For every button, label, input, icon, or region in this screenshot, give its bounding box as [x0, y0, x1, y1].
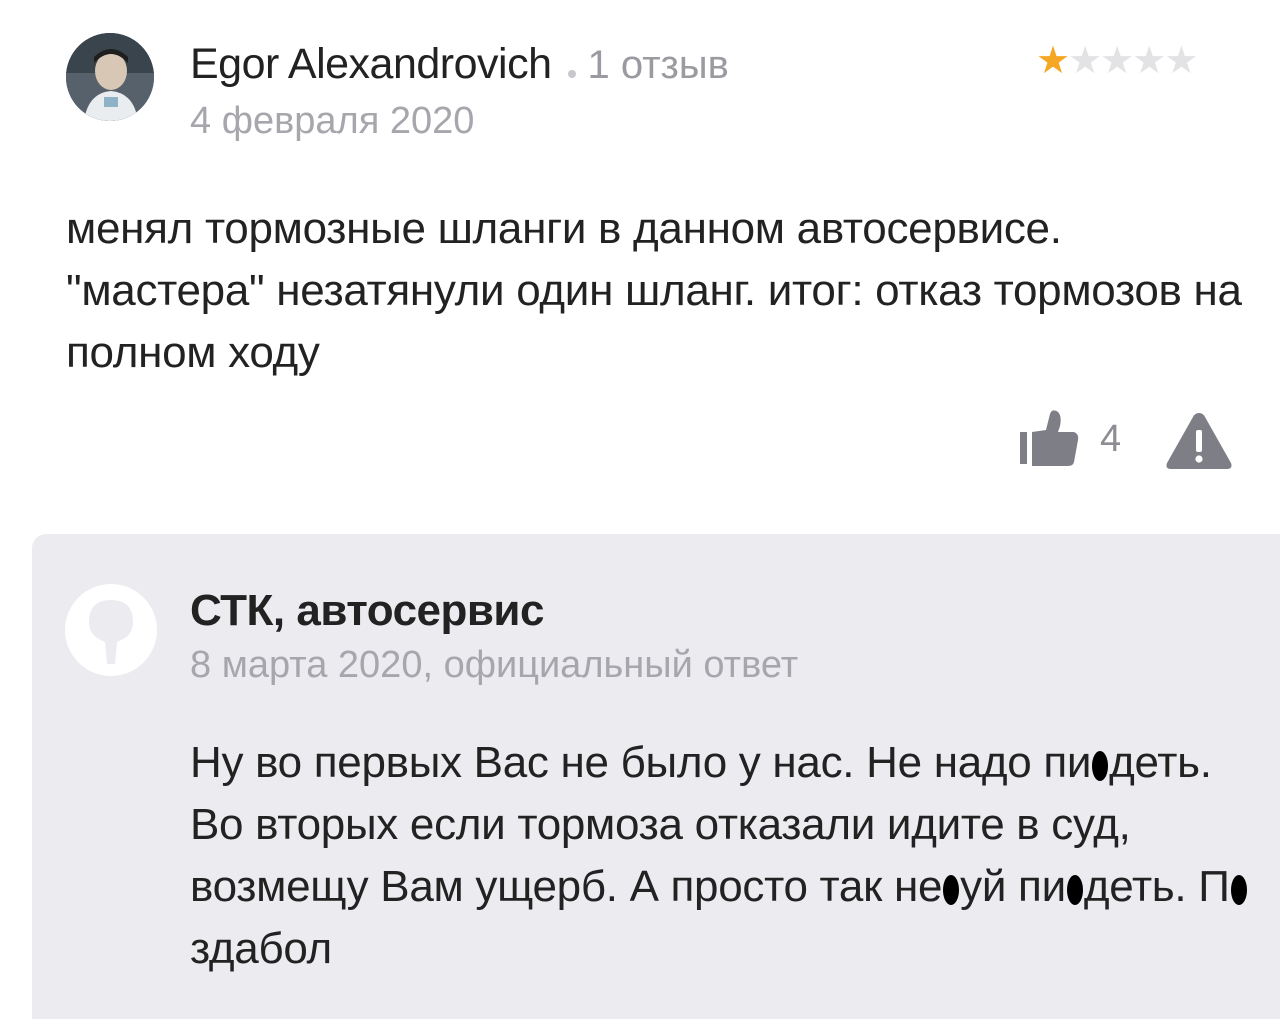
- like-count: 4: [1100, 418, 1122, 460]
- reply-text-part: деть. П: [1083, 862, 1230, 911]
- thumbs-up-icon[interactable]: [1016, 408, 1080, 468]
- star-icon: ★: [1036, 40, 1071, 82]
- reply-text-part: здабол: [190, 924, 332, 973]
- censor-blot: [1092, 751, 1109, 781]
- official-reply: СТК, автосервис 8 марта 2020, официальны…: [32, 534, 1280, 1019]
- reply-text: Ну во первых Вас не было у нас. Не надо …: [190, 732, 1270, 980]
- review-card: Egor Alexandrovich 1 отзыв 4 февраля 2020…: [0, 0, 1280, 530]
- reply-text-part: уй пи: [960, 862, 1066, 911]
- review-text: менял тормозные шланги в данном автосерв…: [66, 204, 1242, 377]
- review-date: 4 февраля 2020: [190, 100, 475, 142]
- star-icon: ★: [1132, 40, 1167, 82]
- review-actions: 4: [1016, 408, 1236, 472]
- org-name[interactable]: СТК, автосервис: [190, 586, 544, 636]
- author-name[interactable]: Egor Alexandrovich: [190, 40, 552, 88]
- censor-blot: [1230, 875, 1247, 905]
- star-icon: ★: [1068, 40, 1103, 82]
- rating-stars: ★★★★★: [1036, 40, 1199, 82]
- author-review-count[interactable]: 1 отзыв: [588, 43, 729, 87]
- reply-text-part: Ну во первых Вас не было у нас. Не надо …: [190, 738, 1092, 787]
- star-icon: ★: [1164, 40, 1199, 82]
- author-header: Egor Alexandrovich 1 отзыв: [190, 40, 729, 89]
- censor-blot: [1066, 875, 1083, 905]
- separator-dot: [567, 69, 576, 78]
- org-placeholder-icon: [89, 600, 133, 664]
- star-icon: ★: [1100, 40, 1135, 82]
- reply-meta: 8 марта 2020, официальный ответ: [190, 644, 799, 686]
- author-avatar[interactable]: [66, 33, 154, 121]
- warning-icon[interactable]: [1164, 410, 1234, 472]
- censor-blot: [943, 875, 960, 905]
- org-avatar: [65, 584, 157, 676]
